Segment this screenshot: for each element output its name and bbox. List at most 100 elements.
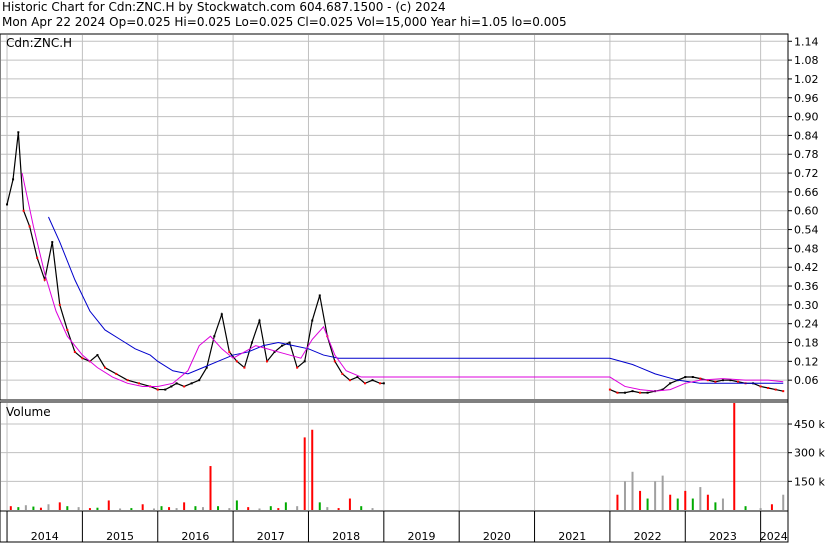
price-point [250,341,253,344]
price-tick-label: 0.06 [794,374,819,387]
volume-bar [721,498,724,510]
price-tick-label: 0.66 [794,186,819,199]
price-point [258,319,261,322]
volume-bar [654,481,657,510]
price-point [714,380,717,383]
price-point [759,385,762,388]
volume-bar [183,502,186,510]
price-point [333,360,336,363]
price-point [22,209,25,212]
price-tick-label: 1.08 [794,54,819,67]
price-point [103,366,106,369]
price-tick-label: 0.84 [794,129,819,142]
price-panel-frame [0,33,789,401]
volume-bar [277,508,280,510]
price-point [721,379,724,382]
price-point [170,385,173,388]
volume-bar [639,490,642,510]
price-point [51,241,54,244]
volume-bar [258,508,261,510]
price-point [348,379,351,382]
grid-lines [1,35,787,542]
volume-bar [714,502,717,510]
volume-bar [152,508,155,510]
price-point [371,379,374,382]
volume-bar [107,500,110,510]
price-close-line [609,376,784,394]
volume-bar [311,429,314,510]
price-tick-label: 0.78 [794,148,819,161]
volume-bar [348,498,351,510]
volume-tick-label: 450 k [794,418,825,431]
price-point [363,382,366,385]
volume-bar [47,504,50,510]
price-point [288,341,291,344]
price-tick-label: 0.72 [794,167,819,180]
price-panel-title: Cdn:ZNC.H [6,36,72,50]
volume-bar [235,500,238,510]
volume-bar [17,507,20,510]
volume-bar [669,494,672,510]
volume-bar [39,507,42,510]
volume-bar [32,506,35,510]
price-point [379,382,382,385]
price-point [341,372,344,375]
price-point [73,350,76,353]
stock-chart: 2014 2015 2016 2017 2018 2019 2020 2021 2022 2023… [0,33,826,543]
volume-bar [646,498,649,510]
volume-bar [130,508,133,510]
price-point [115,372,118,375]
volume-bar [58,502,61,510]
price-tick-label: 0.96 [794,92,819,105]
price-point [137,382,140,385]
volume-bar [326,507,329,510]
price-tick-label: 0.54 [794,224,819,237]
volume-bar [337,508,340,510]
volume-bar [360,506,363,510]
price-tick-label: 0.36 [794,280,819,293]
price-point [616,391,619,394]
price-point [220,313,223,316]
price-tick-label: 0.12 [794,355,819,368]
price-point [156,388,159,391]
volume-bar [269,506,272,510]
price-point [266,360,269,363]
date-tick-label: 2021 [558,530,586,543]
volume-bar [247,507,250,510]
price-point [631,390,634,393]
volume-bar [676,498,679,510]
price-point [183,385,186,388]
price-point [235,360,238,363]
price-point [296,366,299,369]
volume-bar [631,471,634,510]
price-point [36,256,39,259]
volume-bar [119,508,122,510]
volume-bar [782,494,785,510]
price-point [228,350,231,353]
volume-bar [733,403,736,510]
price-tick-label: 0.24 [794,318,819,331]
price-point [608,388,611,391]
date-tick-label: 2019 [408,530,436,543]
price-point [623,391,626,394]
volume-bar [228,508,231,510]
volume-tick-label: 150 k [794,475,825,488]
price-point [774,388,777,391]
price-tick-label: 1.14 [794,35,819,48]
volume-bar [691,498,694,510]
volume-panel-frame [0,401,789,512]
price-point [318,294,321,297]
price-tick-label: 0.60 [794,205,819,218]
date-tick-label: 2022 [634,530,662,543]
axis-labels: 2014 2015 2016 2017 2018 2019 2020 2021 2022 2023… [31,35,826,543]
price-tick-label: 0.30 [794,299,819,312]
price-point [190,382,193,385]
price-point [382,382,385,385]
price-point [782,390,785,393]
price-point [311,319,314,322]
volume-bar [77,507,80,510]
volume-bar [303,437,306,510]
date-tick-label: 2020 [483,530,511,543]
volume-bar [141,504,144,510]
volume-panel-title: Volume [6,405,51,419]
